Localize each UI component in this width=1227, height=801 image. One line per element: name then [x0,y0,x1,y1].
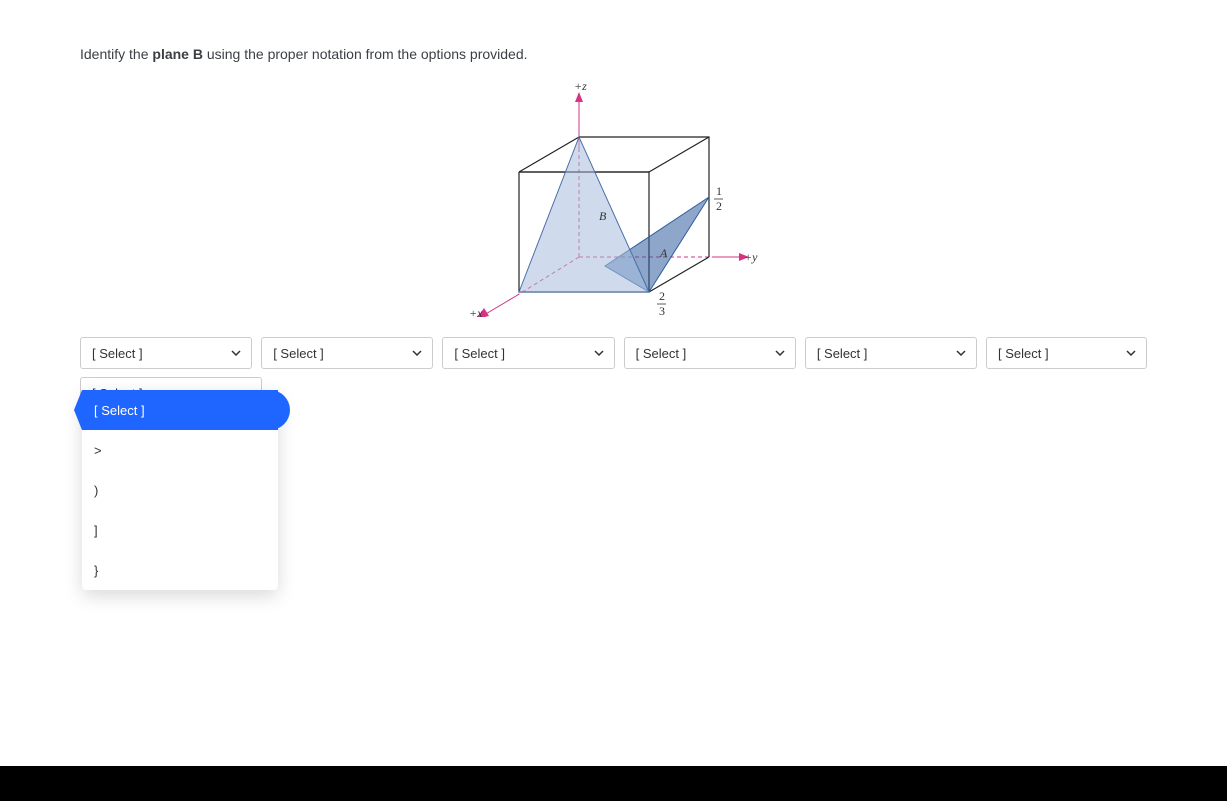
select-dropdown: [ Select ] > ) ] } [82,390,278,590]
chevron-down-icon [1126,350,1136,356]
select-5[interactable]: [ Select ] [805,337,977,369]
prompt-suffix: using the proper notation from the optio… [203,46,528,62]
select-1-label: [ Select ] [92,346,143,361]
frac-23-top: 2 [659,289,665,303]
crystal-plane-diagram: +z +y +x [464,77,764,317]
frac-12-top: 1 [716,184,722,198]
dropdown-selected-label: [ Select ] [94,403,145,418]
axis-y-label: +y [744,250,758,264]
chevron-down-icon [412,350,422,356]
plane-a-label: A [659,246,668,260]
question-prompt: Identify the plane B using the proper no… [80,44,1147,65]
dropdown-option-label: ) [94,483,98,498]
select-3[interactable]: [ Select ] [442,337,614,369]
axis-x-label: +x [469,306,483,317]
select-4[interactable]: [ Select ] [624,337,796,369]
chevron-down-icon [775,350,785,356]
select-2-label: [ Select ] [273,346,324,361]
diagram-container: +z +y +x [80,65,1147,331]
dropdown-option-placeholder[interactable]: [ Select ] [82,390,278,430]
chevron-down-icon [594,350,604,356]
frac-12-bot: 2 [716,199,722,213]
dropdown-option-paren[interactable]: ) [82,470,278,510]
dropdown-option-gt[interactable]: > [82,430,278,470]
frac-23-bot: 3 [659,304,665,317]
axis-z-label: +z [574,79,587,93]
select-3-label: [ Select ] [454,346,505,361]
dropdown-option-bracket[interactable]: ] [82,510,278,550]
chevron-down-icon [956,350,966,356]
select-row-1: [ Select ] [ Select ] [ Select ] [ Selec… [80,337,1147,369]
select-4-label: [ Select ] [636,346,687,361]
select-5-label: [ Select ] [817,346,868,361]
dropdown-option-label: } [94,563,98,578]
select-6[interactable]: [ Select ] [986,337,1147,369]
page-footer [0,766,1227,801]
prompt-prefix: Identify the [80,46,152,62]
select-6-label: [ Select ] [998,346,1049,361]
dropdown-option-brace[interactable]: } [82,550,278,590]
dropdown-option-label: > [94,443,102,458]
plane-b-label: B [599,209,607,223]
select-2[interactable]: [ Select ] [261,337,433,369]
select-1[interactable]: [ Select ] [80,337,252,369]
dropdown-option-label: ] [94,523,98,538]
prompt-bold: plane B [152,46,203,62]
chevron-down-icon [231,350,241,356]
